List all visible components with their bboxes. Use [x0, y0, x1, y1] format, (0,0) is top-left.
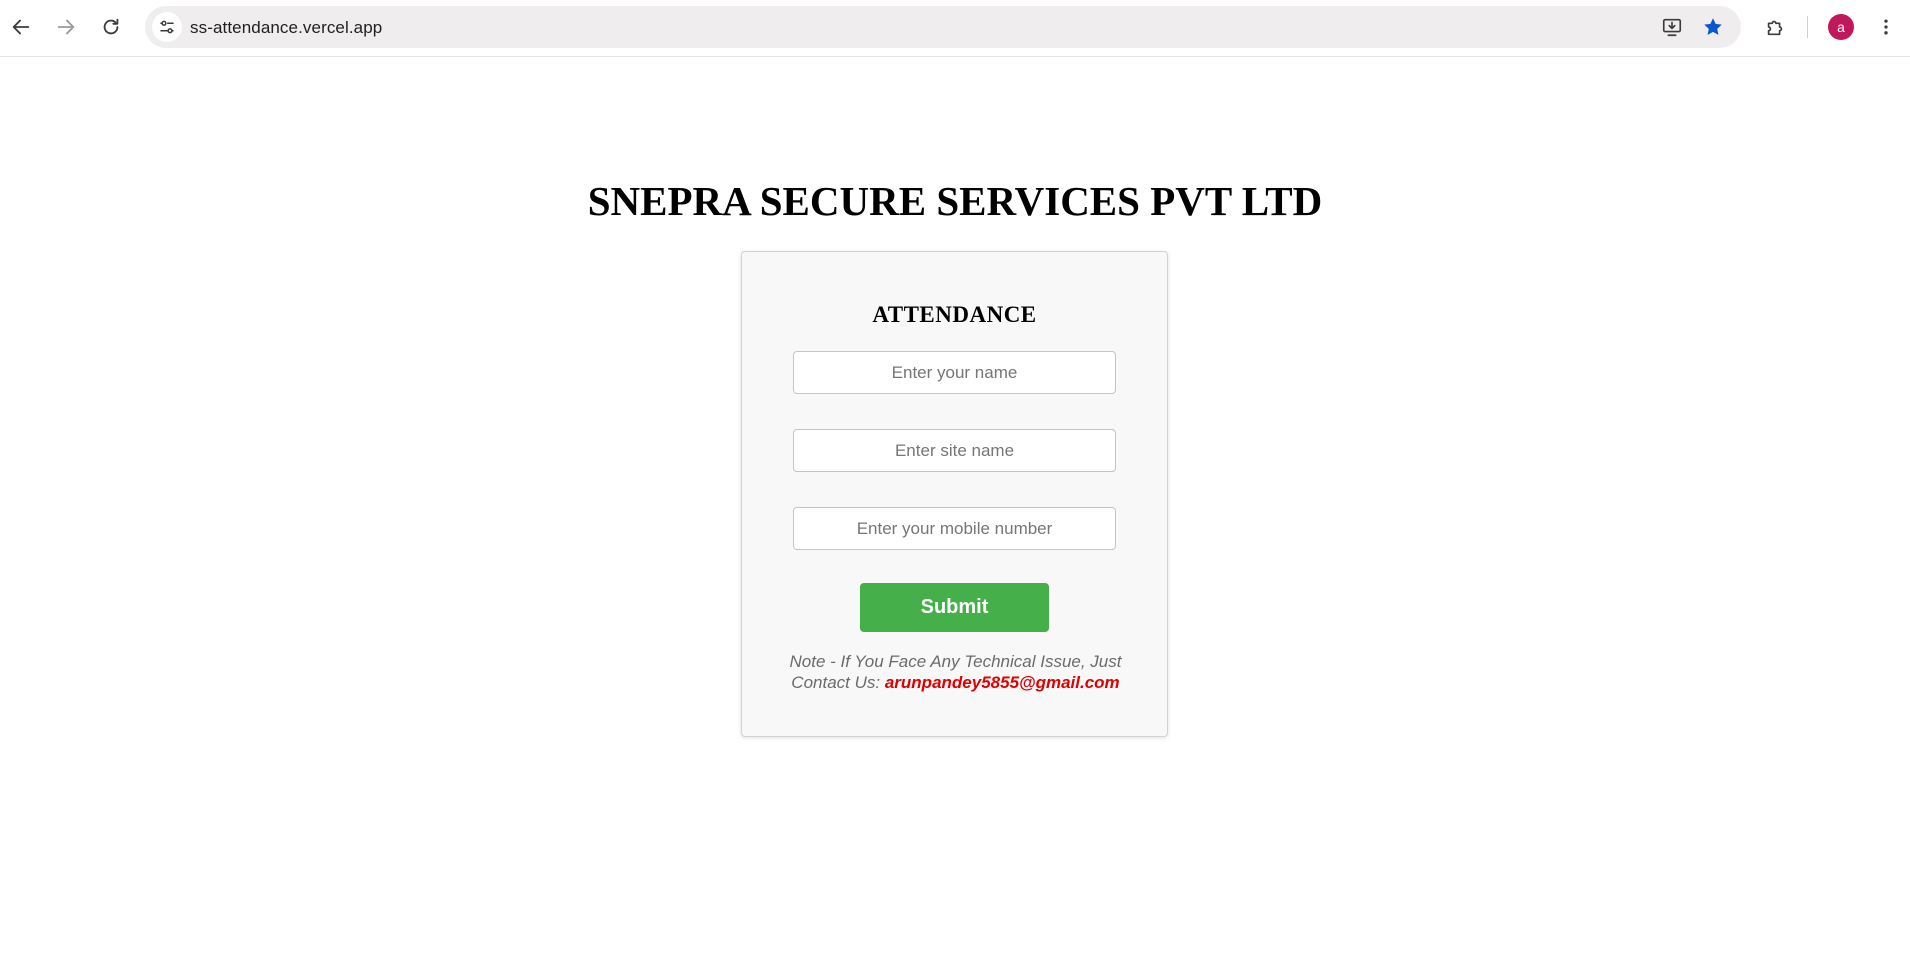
- name-input[interactable]: [793, 351, 1116, 394]
- browser-menu-button[interactable]: [1874, 12, 1898, 42]
- address-bar[interactable]: ss-attendance.vercel.app: [145, 6, 1741, 48]
- url-text[interactable]: ss-attendance.vercel.app: [190, 18, 382, 38]
- bookmark-star-button[interactable]: [1700, 14, 1726, 40]
- submit-button[interactable]: Submit: [860, 583, 1049, 632]
- site-name-input[interactable]: [793, 429, 1116, 472]
- install-app-icon: [1662, 18, 1682, 37]
- more-vert-icon: [1884, 19, 1888, 35]
- puzzle-icon: [1767, 20, 1783, 36]
- reload-button[interactable]: [94, 10, 128, 44]
- browser-toolbar: ss-attendance.vercel.app a: [0, 0, 1910, 57]
- arrow-left-icon: [12, 19, 30, 35]
- contact-email-link[interactable]: arunpandey5855@gmail.com: [885, 673, 1120, 692]
- forward-button[interactable]: [49, 10, 83, 44]
- page-title: SNEPRA SECURE SERVICES PVT LTD: [587, 178, 1323, 224]
- back-button[interactable]: [4, 10, 38, 44]
- toolbar-divider: [1807, 16, 1808, 38]
- mobile-number-input[interactable]: [793, 507, 1116, 550]
- install-app-button[interactable]: [1659, 14, 1685, 40]
- profile-avatar[interactable]: a: [1828, 14, 1854, 40]
- arrow-right-icon: [57, 19, 75, 35]
- contact-note: Note - If You Face Any Technical Issue, …: [772, 651, 1139, 693]
- site-info-button[interactable]: [152, 12, 182, 42]
- tune-icon: [160, 20, 174, 34]
- star-icon: [1704, 18, 1722, 35]
- form-heading: ATTENDANCE: [872, 302, 1037, 327]
- reload-icon: [103, 18, 119, 35]
- extensions-button[interactable]: [1760, 12, 1790, 42]
- attendance-form-card: ATTENDANCE Submit Note - If You Face Any…: [741, 251, 1168, 737]
